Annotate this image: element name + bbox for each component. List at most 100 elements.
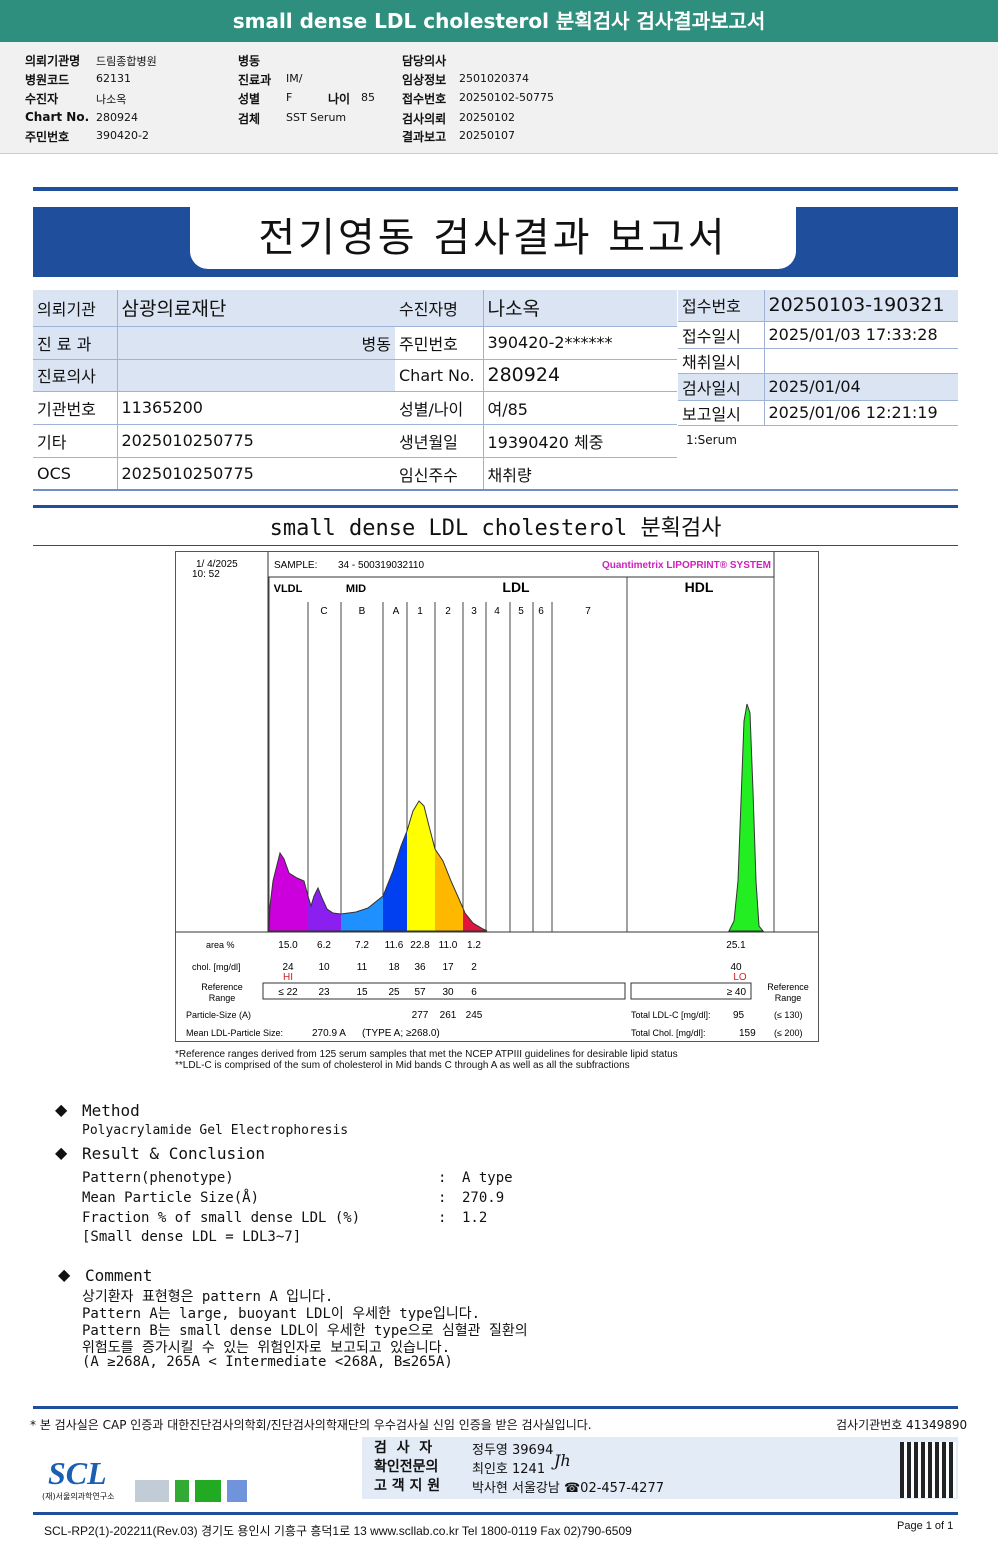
footnote: **LDL-C is comprised of the sum of chole… — [175, 1060, 630, 1071]
total-ldl-value: 95 — [733, 1010, 745, 1021]
result-colon: : — [438, 1210, 447, 1226]
field-value: 2025010250775 — [117, 424, 395, 458]
row-label-psize: Particle-Size (A) — [186, 1010, 251, 1020]
info-value: 280924 — [96, 111, 138, 124]
field-label: 기타 — [33, 424, 118, 458]
age-label: 나이 — [328, 92, 351, 106]
field-label: 채취일시 — [678, 348, 765, 374]
field-label: 주민번호 — [395, 326, 484, 360]
info-value: 20250107 — [459, 129, 515, 142]
row-label-ref2: Range — [775, 993, 802, 1003]
particle-size-value: 261 — [440, 1010, 457, 1021]
total-chol-value: 159 — [739, 1028, 756, 1039]
info-label: 임상정보 — [402, 73, 447, 87]
info-label: 결과보고 — [402, 130, 447, 144]
area-value: 7.2 — [355, 940, 369, 951]
group-label-hdl: HDL — [685, 579, 714, 595]
result-colon: : — [438, 1190, 447, 1206]
reference-value: 15 — [356, 987, 368, 998]
field-label: 기관번호 — [33, 391, 118, 425]
divider — [33, 505, 958, 508]
specimen: 1:Serum — [686, 433, 737, 447]
field-label: Chart No. — [395, 359, 484, 392]
band-label: C — [320, 606, 327, 617]
band-label: A — [393, 606, 400, 617]
area-value: 11.0 — [439, 940, 458, 951]
result-colon: : — [438, 1170, 447, 1186]
field-value: 11365200 — [117, 391, 395, 425]
staff-label: 고 객 지 원 — [374, 1478, 441, 1494]
field-value: 2025/01/04 — [764, 373, 958, 401]
row-label-ref2: Reference — [767, 982, 809, 992]
row-label-ref: Reference — [201, 982, 243, 992]
info-label: Chart No. — [25, 110, 90, 124]
info-label: 주민번호 — [25, 130, 70, 144]
band-label: 3 — [471, 606, 477, 617]
field-label: 접수일시 — [678, 321, 765, 349]
scl-logo: SCL — [48, 1455, 107, 1491]
info-value: IM/ — [286, 72, 303, 85]
chol-value: 11 — [357, 962, 368, 973]
info-label: 성별 — [238, 92, 261, 106]
lab-number: 검사기관번호 41349890 — [836, 1418, 968, 1432]
report-header-title: small dense LDL cholesterol 분획검사 검사결과보고서 — [0, 0, 998, 42]
field-value: 2025/01/06 12:21:19 — [764, 400, 958, 426]
chol-value: 2 — [471, 962, 477, 973]
staff-value: 정두영 39694 — [472, 1443, 554, 1458]
info-label: 의뢰기관명 — [25, 54, 81, 68]
field-label: OCS — [33, 457, 118, 491]
staff-value: 최인호 1241 — [472, 1462, 546, 1477]
table-column: 의뢰기관 삼광의료재단 진 료 과 병동 진료의사 기관번호 11365200 기타 20250… — [33, 290, 395, 491]
info-value: 드림종합병원 — [96, 55, 157, 68]
staff-box: 검 사 자 정두영 39694 확인전문의 최인호 1241 고 객 지 원 박사현 서울… — [362, 1437, 958, 1499]
reference-value: 30 — [442, 987, 454, 998]
row-label-ref: Range — [209, 993, 236, 1003]
area-value: 6.2 — [317, 940, 331, 951]
field-value: 20250103-190321 — [764, 290, 958, 322]
table-column: 접수번호 20250103-190321 접수일시 2025/01/03 17:33:… — [678, 290, 958, 426]
field-label: 성별/나이 — [395, 391, 484, 425]
field-value: 390420-2****** — [483, 326, 677, 360]
info-label: 접수번호 — [402, 92, 447, 106]
band-label: 4 — [494, 606, 500, 617]
group-label-ldl: LDL — [502, 579, 530, 595]
divider — [33, 1406, 958, 1409]
area-value: 22.8 — [410, 940, 430, 951]
brand-label: Quantimetrix LIPOPRINT® SYSTEM — [602, 560, 771, 571]
row-label-chol: chol. [mg/dl] — [192, 962, 241, 972]
band-label: 6 — [538, 606, 544, 617]
mean-size-value: 270.9 A — [312, 1028, 346, 1039]
total-ldl-ref: (≤ 130) — [774, 1010, 802, 1020]
result-label: Mean Particle Size(Å) — [82, 1190, 260, 1206]
comment-line: (A ≥268A, 265A < Intermediate <268A, B≤2… — [82, 1354, 453, 1370]
field-value: 삼광의료재단 — [117, 290, 395, 327]
info-label: 담당의사 — [402, 54, 447, 68]
field-value: 2025010250775 — [117, 457, 395, 491]
field-label: 진 료 과 — [33, 326, 118, 360]
qr-code — [900, 1442, 956, 1498]
age-value: 85 — [361, 91, 375, 104]
chol-value: 18 — [388, 962, 400, 973]
group-label-mid: MID — [346, 583, 366, 595]
staff-label: 검 사 자 — [374, 1440, 433, 1456]
result-value: 270.9 — [462, 1190, 505, 1206]
comment-title: Comment — [85, 1266, 153, 1285]
field-label: 생년월일 — [395, 424, 484, 458]
chol-value: 17 — [442, 962, 454, 973]
area-value: 1.2 — [467, 940, 481, 951]
info-value: 62131 — [96, 72, 131, 85]
footnote: *Reference ranges derived from 125 serum… — [175, 1049, 678, 1060]
chart-time: 10: 52 — [192, 569, 220, 580]
field-value: 19390420 체중 — [483, 424, 677, 458]
reference-value: 23 — [318, 987, 330, 998]
field-value: 여/85 — [483, 391, 677, 425]
group-label-vldl: VLDL — [274, 583, 303, 595]
flag-lo: LO — [733, 972, 747, 983]
reference-value: ≤ 22 — [278, 987, 298, 998]
field-value: 병동 — [117, 326, 395, 360]
reference-value: ≥ 40 — [727, 987, 747, 998]
reference-value: 6 — [471, 987, 477, 998]
total-chol-label: Total Chol. [mg/dl]: — [631, 1028, 706, 1038]
total-ldl-label: Total LDL-C [mg/dl]: — [631, 1010, 711, 1020]
field-label: 보고일시 — [678, 400, 765, 426]
